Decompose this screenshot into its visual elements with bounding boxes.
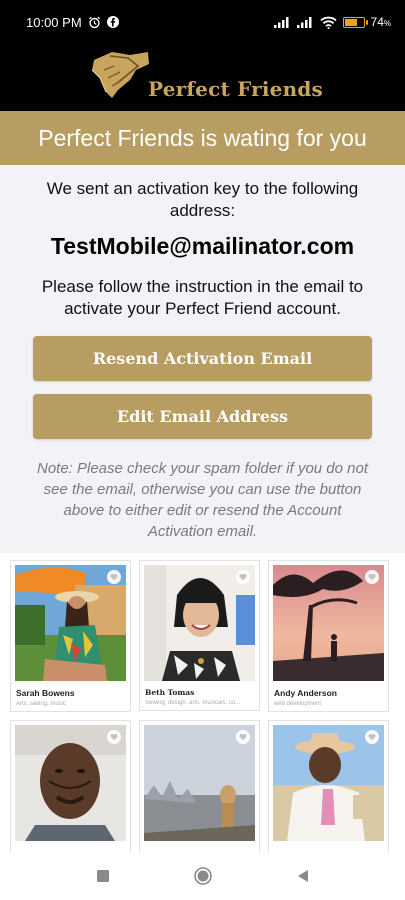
signal-icon bbox=[296, 16, 314, 28]
edit-email-button[interactable]: Edit Email Address bbox=[33, 394, 372, 439]
activation-panel: We sent an activation key to the followi… bbox=[0, 165, 405, 553]
favorite-heart-icon[interactable] bbox=[107, 730, 121, 744]
profile-card[interactable]: Beth Tomas Sewing, design, arts, musical… bbox=[139, 560, 260, 711]
app-logo: Perfect Friends bbox=[90, 46, 323, 109]
profile-photo bbox=[15, 725, 126, 841]
wifi-icon bbox=[319, 16, 337, 29]
profile-photo bbox=[273, 725, 384, 841]
back-button[interactable] bbox=[288, 861, 318, 891]
spam-note: Note: Please check your spam folder if y… bbox=[36, 460, 368, 540]
signal-icon bbox=[273, 16, 291, 28]
profile-interests: Sewing, design, arts, musicals, co... bbox=[145, 700, 241, 706]
favorite-heart-icon[interactable] bbox=[236, 570, 250, 584]
profile-interests: Arts, sailing, music bbox=[16, 701, 67, 707]
favorite-heart-icon[interactable] bbox=[236, 730, 250, 744]
page-title: Perfect Friends is wating for you bbox=[38, 124, 367, 151]
recents-button[interactable] bbox=[88, 861, 118, 891]
activation-message: We sent an activation key to the followi… bbox=[46, 179, 359, 220]
profile-name: Andy Anderson bbox=[274, 688, 337, 698]
home-button[interactable] bbox=[188, 861, 218, 891]
profile-photo bbox=[273, 565, 384, 681]
instruction-message: Please follow the instruction in the ema… bbox=[41, 277, 364, 318]
favorite-heart-icon[interactable] bbox=[107, 570, 121, 584]
profile-card[interactable] bbox=[139, 720, 260, 852]
profile-photo bbox=[144, 565, 255, 681]
favorite-heart-icon[interactable] bbox=[365, 730, 379, 744]
profile-name: Sarah Bowens bbox=[16, 688, 75, 698]
handshake-icon bbox=[90, 46, 152, 109]
profile-grid: Sarah Bowens Arts, sailing, music Beth T… bbox=[10, 560, 395, 852]
profile-card[interactable] bbox=[10, 720, 131, 852]
activation-email: TestMobile@mailinator.com bbox=[50, 233, 355, 259]
status-bar: 10:00 PM 74% bbox=[0, 0, 405, 44]
app-header: Perfect Friends bbox=[0, 44, 405, 111]
profile-photo bbox=[144, 725, 255, 841]
resend-activation-button[interactable]: Resend Activation Email bbox=[33, 336, 372, 381]
battery-percent: 74% bbox=[370, 15, 391, 29]
battery-icon bbox=[342, 16, 368, 28]
logo-text: Perfect Friends bbox=[148, 76, 323, 101]
profile-card[interactable] bbox=[268, 720, 389, 852]
facebook-icon bbox=[106, 16, 119, 28]
profile-photo bbox=[15, 565, 126, 681]
status-time: 10:00 PM bbox=[26, 14, 82, 30]
system-nav-bar bbox=[0, 852, 405, 900]
title-banner: Perfect Friends is wating for you bbox=[0, 111, 405, 165]
profile-card[interactable]: Sarah Bowens Arts, sailing, music bbox=[10, 560, 131, 712]
alarm-icon bbox=[88, 16, 101, 29]
profile-card[interactable]: Andy Anderson web development bbox=[268, 560, 389, 712]
profile-name: Beth Tomas bbox=[145, 688, 195, 697]
profile-interests: web development bbox=[274, 701, 322, 707]
favorite-heart-icon[interactable] bbox=[365, 570, 379, 584]
